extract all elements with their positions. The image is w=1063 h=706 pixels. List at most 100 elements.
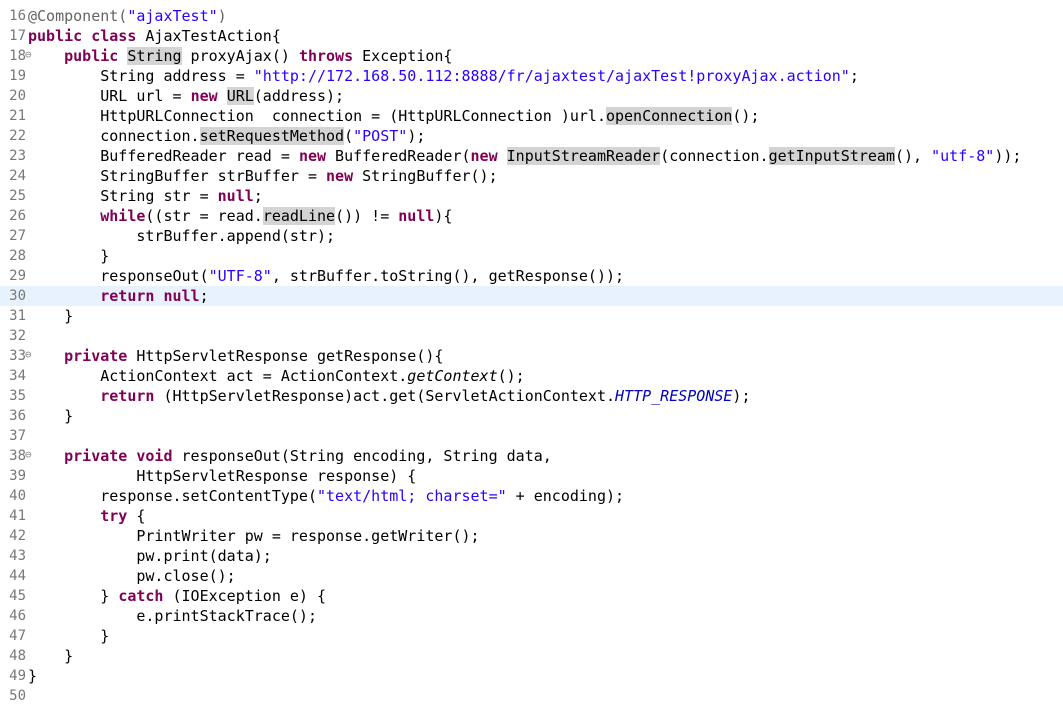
code-token: strBuffer.append(str); [28,227,336,245]
line-number: 18 [0,46,26,66]
code-text[interactable]: } [28,306,73,326]
code-text[interactable]: } catch (IOException e) { [28,586,326,606]
line-number: 46 [0,606,26,626]
code-line-current[interactable]: 30 return null; [0,286,1063,306]
line-number-text: 38 [9,448,26,464]
code-text[interactable]: BufferedReader read = new BufferedReader… [28,146,1021,166]
code-text[interactable]: public String proxyAjax() throws Excepti… [28,46,452,66]
code-token: AjaxTestAction{ [136,27,281,45]
code-text[interactable]: StringBuffer strBuffer = new StringBuffe… [28,166,497,186]
code-line[interactable]: 20 URL url = new URL(address); [0,86,1063,106]
code-line[interactable]: 24 StringBuffer strBuffer = new StringBu… [0,166,1063,186]
code-line[interactable]: 40 response.setContentType("text/html; c… [0,486,1063,506]
code-text[interactable]: return null; [28,286,208,306]
code-text[interactable]: e.printStackTrace(); [28,606,317,626]
code-text[interactable]: PrintWriter pw = response.getWriter(); [28,526,479,546]
code-line[interactable]: 41 try { [0,506,1063,526]
line-number-text: 23 [9,148,26,164]
code-text[interactable]: ActionContext act = ActionContext.getCon… [28,366,524,386]
code-token: connection. [28,127,200,145]
code-token: (connection. [660,147,769,165]
keyword-token: class [91,27,137,45]
code-line[interactable]: 19 String address = "http://172.168.50.1… [0,66,1063,86]
code-text[interactable]: } [28,666,37,686]
code-token: String address = [28,67,254,85]
code-line[interactable]: 42 PrintWriter pw = response.getWriter()… [0,526,1063,546]
code-line[interactable]: 17 public class AjaxTestAction{ [0,26,1063,46]
code-text[interactable]: HttpURLConnection connection = (HttpURLC… [28,106,760,126]
code-line[interactable]: 47 } [0,626,1063,646]
code-text[interactable]: } [28,626,109,646]
line-number-text: 18 [9,48,26,64]
code-text[interactable]: return (HttpServletResponse)act.get(Serv… [28,386,750,406]
code-token: ActionContext act = ActionContext. [28,367,408,385]
code-text[interactable]: pw.print(data); [28,546,271,566]
code-text[interactable]: HttpServletResponse response) { [28,466,416,486]
code-line[interactable]: 31 } [0,306,1063,326]
code-line[interactable]: 39 HttpServletResponse response) { [0,466,1063,486]
code-token: ( [344,127,354,145]
string-token: "utf-8" [931,147,995,165]
code-token: { [127,507,146,525]
code-text[interactable]: } [28,246,109,266]
line-number-text: 37 [9,428,26,444]
code-line[interactable]: 23 BufferedReader read = new BufferedRea… [0,146,1063,166]
code-text[interactable]: private HttpServletResponse getResponse(… [28,346,443,366]
code-line[interactable]: 36 } [0,406,1063,426]
code-token: String str = [28,187,218,205]
code-line[interactable]: 34 ActionContext act = ActionContext.get… [0,366,1063,386]
code-text[interactable]: connection.setRequestMethod("POST"); [28,126,425,146]
code-text[interactable]: response.setContentType("text/html; char… [28,486,624,506]
line-number: 35 [0,386,26,406]
code-line[interactable]: 16 @Component("ajaxTest") [0,6,1063,26]
code-line[interactable]: 45 } catch (IOException e) { [0,586,1063,606]
code-token: HttpServletResponse response) { [28,467,417,485]
line-number-text: 17 [9,28,26,44]
code-line[interactable]: 26 while((str = read.readLine()) != null… [0,206,1063,226]
code-text[interactable]: public class AjaxTestAction{ [28,26,281,46]
line-number: 36 [0,406,26,426]
code-line[interactable]: 28 } [0,246,1063,266]
line-number: 38 [0,446,26,466]
code-token: responseOut( [28,267,209,285]
keyword-token: private [64,347,128,365]
code-text[interactable]: try { [28,506,145,526]
code-editor[interactable]: 16 @Component("ajaxTest") 17 public class A… [0,0,1063,706]
code-token: getInputStream [768,147,895,165]
code-line[interactable]: 37 [0,426,1063,446]
code-text[interactable]: String address = "http://172.168.50.112:… [28,66,859,86]
code-token: } [28,627,110,645]
code-line[interactable]: 49} [0,666,1063,686]
code-line[interactable]: 22 connection.setRequestMethod("POST"); [0,126,1063,146]
code-text[interactable]: responseOut("UTF-8", strBuffer.toString(… [28,266,624,286]
code-line[interactable]: 18 ⊖ public String proxyAjax() throws Exc… [0,46,1063,66]
code-line[interactable]: 43 pw.print(data); [0,546,1063,566]
line-number: 50 [0,686,26,706]
code-text[interactable]: } [28,646,73,666]
code-line[interactable]: 21 HttpURLConnection connection = (HttpU… [0,106,1063,126]
line-number: 20 [0,86,26,106]
code-line[interactable]: 48 } [0,646,1063,666]
code-text[interactable]: private void responseOut(String encoding… [28,446,552,466]
code-text[interactable]: URL url = new URL(address); [28,86,344,106]
code-line[interactable]: 33 ⊖ private HttpServletResponse getRespo… [0,346,1063,366]
code-text[interactable]: String str = null; [28,186,263,206]
code-line[interactable]: 38 ⊖ private void responseOut(String enco… [0,446,1063,466]
code-line[interactable]: 25 String str = null; [0,186,1063,206]
code-line[interactable]: 27 strBuffer.append(str); [0,226,1063,246]
code-line[interactable]: 44 pw.close(); [0,566,1063,586]
code-text[interactable]: @Component("ajaxTest") [28,6,227,26]
code-token: , strBuffer.toString(), getResponse()); [271,267,625,285]
code-line[interactable]: 35 return (HttpServletResponse)act.get(S… [0,386,1063,406]
keyword-token: null [163,287,200,305]
code-text[interactable]: strBuffer.append(str); [28,226,335,246]
code-text[interactable]: while((str = read.readLine()) != null){ [28,206,452,226]
code-text[interactable]: pw.close(); [28,566,235,586]
code-line[interactable]: 50 [0,686,1063,706]
code-text[interactable]: } [28,406,73,426]
line-number: 45 [0,586,26,606]
code-line[interactable]: 32 [0,326,1063,346]
code-line[interactable]: 29 responseOut("UTF-8", strBuffer.toStri… [0,266,1063,286]
code-line[interactable]: 46 e.printStackTrace(); [0,606,1063,626]
